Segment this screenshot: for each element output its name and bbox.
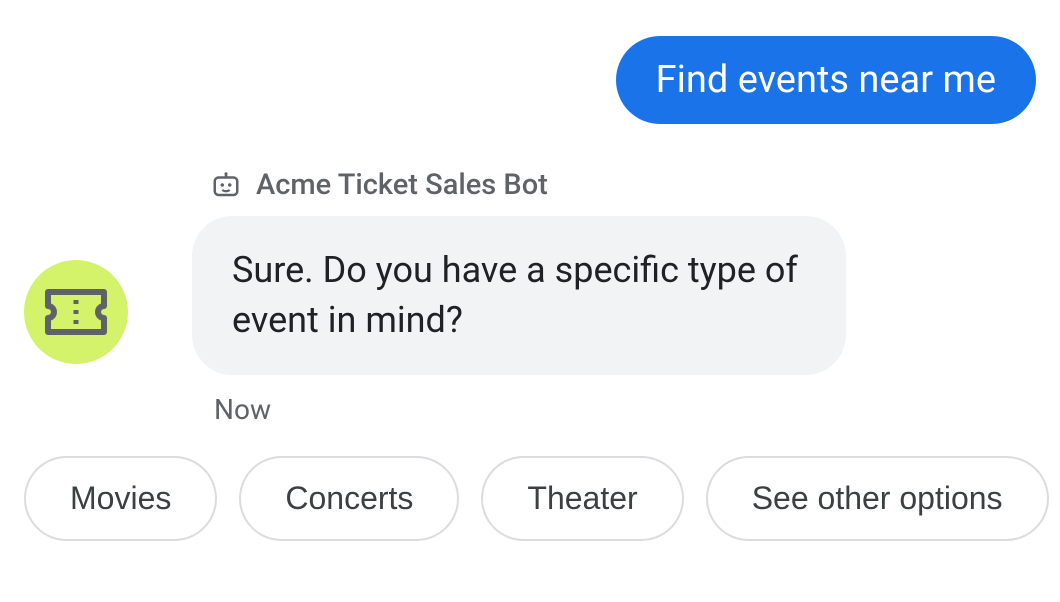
chip-label: See other options: [752, 480, 1003, 516]
chip-see-other-options[interactable]: See other options: [706, 456, 1049, 541]
bot-message-row: Acme Ticket Sales Bot Sure. Do you have …: [24, 168, 1060, 426]
ticket-icon: [44, 288, 108, 336]
user-message-row: Find events near me: [24, 36, 1060, 124]
chip-concerts[interactable]: Concerts: [239, 456, 459, 541]
user-message-text: Find events near me: [656, 58, 996, 102]
chip-label: Theater: [527, 480, 637, 516]
bot-message-text: Sure. Do you have a specific type of eve…: [232, 249, 798, 341]
bot-header: Acme Ticket Sales Bot: [192, 168, 892, 202]
chip-theater[interactable]: Theater: [481, 456, 683, 541]
user-message-bubble[interactable]: Find events near me: [616, 36, 1036, 124]
bot-name-label: Acme Ticket Sales Bot: [256, 168, 548, 202]
chip-movies[interactable]: Movies: [24, 456, 217, 541]
chip-label: Movies: [70, 480, 171, 516]
bot-content-column: Acme Ticket Sales Bot Sure. Do you have …: [192, 168, 892, 426]
quick-reply-chips: Movies Concerts Theater See other option…: [0, 426, 1060, 541]
message-timestamp: Now: [192, 393, 892, 426]
bot-message-bubble[interactable]: Sure. Do you have a specific type of eve…: [192, 216, 846, 375]
bot-face-icon: [210, 169, 242, 201]
chat-conversation: Find events near me: [0, 0, 1060, 426]
avatar-column: [24, 168, 192, 364]
bot-avatar: [24, 260, 128, 364]
chip-label: Concerts: [285, 480, 413, 516]
